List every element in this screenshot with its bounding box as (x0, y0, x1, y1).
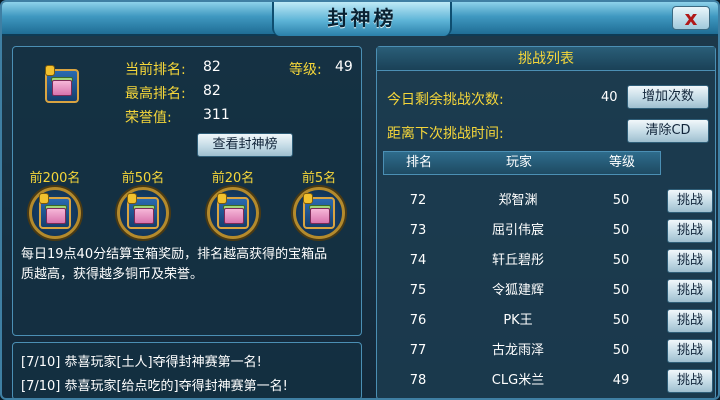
reward-slot-top20[interactable]: 前20名 (203, 167, 263, 243)
reward-label: 前5名 (301, 171, 337, 186)
row-level: 49 (612, 373, 630, 388)
lock-icon (45, 65, 55, 76)
treasure-chest-icon (39, 193, 71, 229)
challenge-list-panel: 挑战列表 今日剩余挑战次数: 40 增加次数 距离下次挑战时间: 清除CD 排名… (376, 46, 716, 398)
reward-slot-top5[interactable]: 前5名 (289, 167, 349, 243)
table-row: 74 轩丘碧彤 50 (383, 247, 661, 275)
treasure-chest-icon (217, 193, 249, 229)
announcement-panel: [7/10] 恭喜玩家[土人]夺得封神赛第一名! [7/10] 恭喜玩家[给点吃… (12, 342, 362, 398)
challenge-button[interactable]: 挑战 (667, 369, 713, 393)
treasure-chest-icon (303, 193, 335, 229)
honor-label: 荣誉值: (125, 110, 172, 126)
clear-cd-button[interactable]: 清除CD (627, 119, 709, 143)
challenge-table-header: 排名 玩家 等级 (383, 151, 661, 175)
honor-value: 311 (203, 107, 230, 123)
row-player: PK王 (503, 313, 533, 328)
reward-slot-top50[interactable]: 前50名 (113, 167, 173, 243)
level-label: 等级: (289, 62, 322, 78)
best-rank-value: 82 (203, 83, 221, 99)
row-player: 郑智渊 (498, 193, 538, 208)
level-value: 49 (335, 59, 353, 75)
close-button[interactable]: x (672, 6, 710, 30)
row-rank: 75 (409, 283, 427, 298)
lock-icon (217, 193, 227, 204)
row-level: 50 (612, 343, 630, 358)
player-info-panel: 当前排名: 82 等级: 49 最高排名: 82 荣誉值: 311 查看封神榜 … (12, 46, 362, 336)
reward-label: 前50名 (121, 171, 165, 186)
reward-label: 前20名 (211, 171, 255, 186)
fengshen-ranking-window: 封神榜 x 当前排名: 82 等级: 49 最高排名: 82 荣誉值: 311 … (0, 0, 720, 400)
row-rank: 78 (409, 373, 427, 388)
lock-icon (39, 193, 49, 204)
challenge-button[interactable]: 挑战 (667, 339, 713, 363)
row-player: 屈引伟宸 (491, 223, 544, 238)
description-line: 每日19点40分结算宝箱奖励，排名越高获得的宝箱品 (21, 247, 328, 262)
row-rank: 73 (409, 223, 427, 238)
row-player: 古龙雨泽 (491, 343, 544, 358)
row-level: 50 (612, 193, 630, 208)
announcement-line: [7/10] 恭喜玩家[土人]夺得封神赛第一名! (21, 355, 262, 370)
row-level: 50 (612, 223, 630, 238)
challenge-button[interactable]: 挑战 (667, 249, 713, 273)
challenge-list-title: 挑战列表 (377, 47, 715, 71)
table-row: 77 古龙雨泽 50 (383, 337, 661, 365)
current-rank-label: 当前排名: (125, 62, 186, 78)
lock-icon (127, 193, 137, 204)
row-level: 50 (612, 313, 630, 328)
column-header-level: 等级 (608, 155, 635, 170)
table-row: 76 PK王 50 (383, 307, 661, 335)
treasure-chest-icon (127, 193, 159, 229)
reward-description: 每日19点40分结算宝箱奖励，排名越高获得的宝箱品 质越高，获得越多铜币及荣誉。 (21, 245, 355, 285)
table-row: 78 CLG米兰 49 (383, 367, 661, 395)
description-line: 质越高，获得越多铜币及荣誉。 (21, 267, 204, 282)
title-bar: 封神榜 x (2, 2, 718, 36)
challenge-button[interactable]: 挑战 (667, 279, 713, 303)
row-level: 50 (612, 253, 630, 268)
announcement-line: [7/10] 恭喜玩家[给点吃的]夺得封神赛第一名! (21, 379, 288, 394)
row-level: 50 (612, 283, 630, 298)
challenge-button[interactable]: 挑战 (667, 189, 713, 213)
table-row: 73 屈引伟宸 50 (383, 217, 661, 245)
challenge-button[interactable]: 挑战 (667, 309, 713, 333)
table-row: 75 令狐建辉 50 (383, 277, 661, 305)
window-title: 封神榜 (272, 2, 452, 36)
best-rank-label: 最高排名: (125, 86, 186, 102)
treasure-chest-icon (45, 65, 79, 103)
row-rank: 77 (409, 343, 427, 358)
current-rank-value: 82 (203, 59, 221, 75)
view-ranking-button[interactable]: 查看封神榜 (197, 133, 293, 157)
column-header-player: 玩家 (505, 155, 532, 170)
lock-icon (303, 193, 313, 204)
row-player: 令狐建辉 (491, 283, 544, 298)
column-header-rank: 排名 (405, 155, 432, 170)
remaining-challenges-label: 今日剩余挑战次数: (387, 92, 504, 108)
cooldown-label: 距离下次挑战时间: (387, 126, 504, 142)
reward-slot-top200[interactable]: 前200名 (25, 167, 85, 243)
table-row: 72 郑智渊 50 (383, 187, 661, 215)
challenge-button[interactable]: 挑战 (667, 219, 713, 243)
row-rank: 76 (409, 313, 427, 328)
row-rank: 74 (409, 253, 427, 268)
row-rank: 72 (409, 193, 427, 208)
row-player: CLG米兰 (491, 373, 545, 388)
reward-label: 前200名 (29, 171, 81, 186)
row-player: 轩丘碧彤 (491, 253, 544, 268)
add-attempts-button[interactable]: 增加次数 (627, 85, 709, 109)
remaining-challenges-value: 40 (601, 90, 618, 105)
